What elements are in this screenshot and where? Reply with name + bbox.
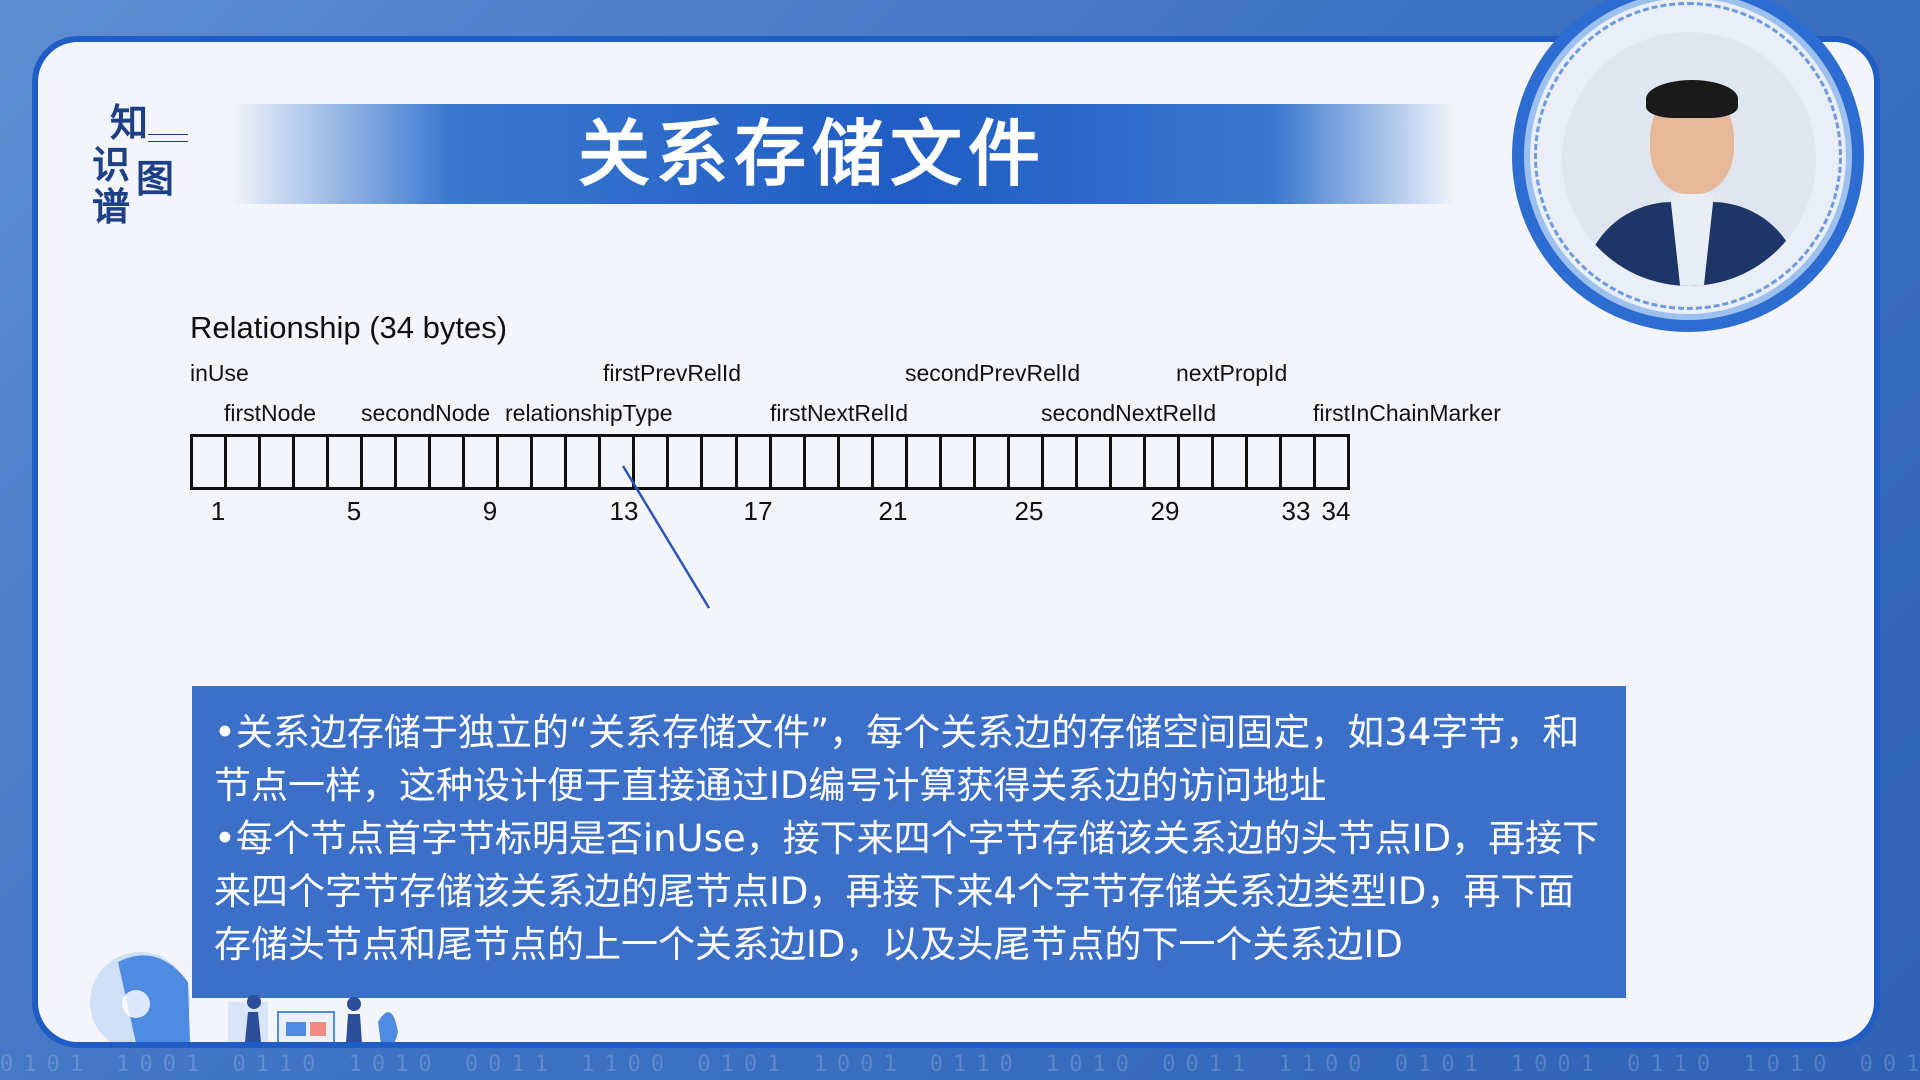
description-paragraph: •关系边存储于独立的“关系存储文件”，每个关系边的存储空间固定，如34字节，和节… <box>214 711 1580 807</box>
pointer-line-stroke <box>621 465 711 609</box>
background-binary-pattern: 0101 1001 0110 1010 0011 1100 0101 1001 … <box>0 1052 1920 1077</box>
robot-head-illustration <box>90 952 398 1042</box>
presenter-video <box>1562 32 1816 286</box>
presenter-hair <box>1646 80 1738 118</box>
